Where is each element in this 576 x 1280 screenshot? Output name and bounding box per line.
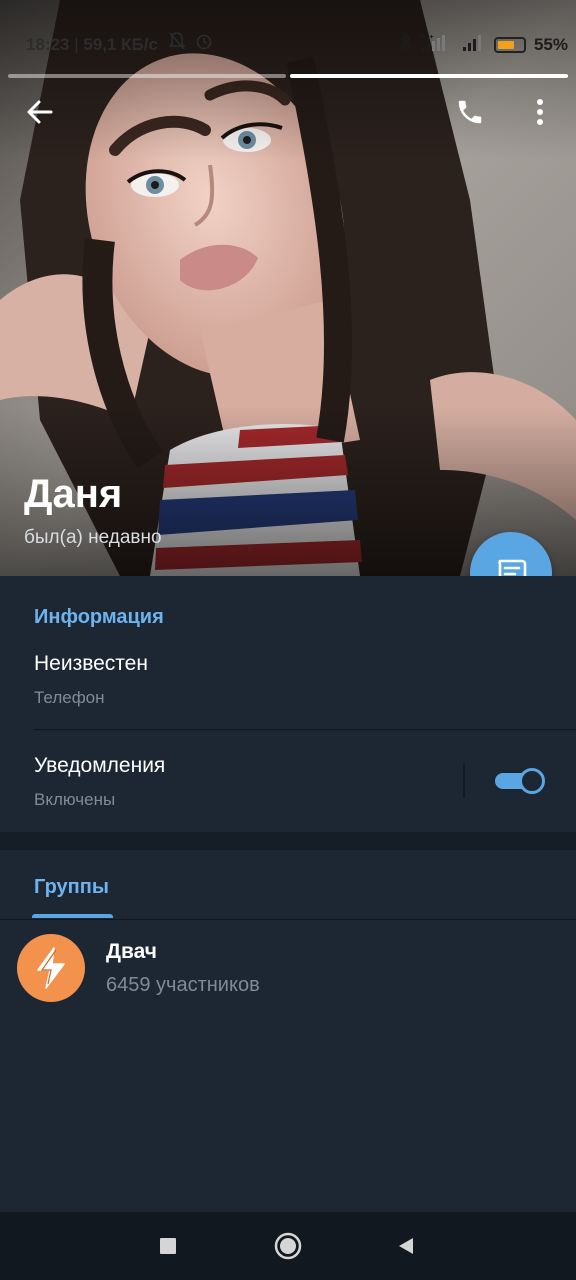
tab-indicator	[32, 914, 113, 918]
more-vertical-icon	[537, 99, 543, 125]
back-button[interactable]	[18, 90, 62, 134]
info-section: Информация Неизвестен Телефон Уведомлени…	[0, 576, 576, 832]
signal-2-icon	[462, 32, 486, 57]
arrow-left-icon	[27, 100, 53, 124]
group-avatar	[17, 934, 85, 1002]
group-list-item[interactable]: Двач 6459 участников	[0, 930, 576, 1010]
status-bar: 18:23 | 59,1 КБ/с 4G+ 55%	[0, 24, 576, 60]
story-progress	[8, 74, 568, 78]
phone-label: Телефон	[34, 688, 105, 707]
tab-groups[interactable]: Группы	[34, 876, 109, 899]
info-title: Информация	[34, 606, 164, 628]
home-button[interactable]	[270, 1228, 306, 1264]
more-menu-button[interactable]	[518, 90, 562, 134]
battery-icon	[493, 36, 526, 53]
triangle-back-icon	[399, 1238, 413, 1254]
phone-icon	[458, 100, 482, 124]
svg-text:4G+: 4G+	[420, 34, 433, 41]
call-button[interactable]	[448, 90, 492, 134]
group-name: Двач	[106, 940, 157, 963]
notifications-value: Включены	[34, 790, 116, 809]
notifications-label: Уведомления	[34, 754, 166, 777]
notifications-toggle[interactable]	[495, 767, 545, 795]
lightning-icon	[37, 947, 65, 989]
profile-name: Даня	[24, 472, 123, 516]
status-speed: 59,1 КБ/с	[83, 35, 158, 54]
status-time: 18:23	[26, 35, 70, 54]
bluetooth-icon	[398, 31, 412, 57]
home-circle-icon	[274, 1232, 302, 1260]
bell-muted-icon	[167, 32, 186, 55]
square-icon	[160, 1238, 176, 1254]
profile-last-seen: был(а) недавно	[24, 527, 162, 548]
divider	[34, 729, 576, 730]
alarm-icon	[195, 32, 213, 55]
signal-icon: 4G+	[420, 32, 454, 57]
story-bar-2[interactable]	[290, 74, 568, 78]
section-gap	[0, 832, 576, 850]
groups-section: Группы Двач 6459 участников	[0, 850, 576, 1212]
story-bar-1[interactable]	[8, 74, 286, 78]
group-members: 6459 участников	[106, 974, 260, 996]
back-nav-button[interactable]	[388, 1228, 424, 1264]
tabs-divider	[0, 919, 576, 920]
system-nav-bar	[0, 1212, 576, 1280]
battery-percent: 55%	[533, 34, 568, 54]
phone-value: Неизвестен	[34, 652, 148, 675]
recents-button[interactable]	[150, 1228, 186, 1264]
vertical-separator	[463, 764, 465, 798]
